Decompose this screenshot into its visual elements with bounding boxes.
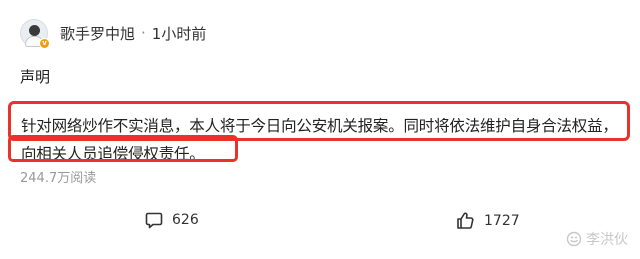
author-name[interactable]: 歌手罗中旭 [60, 23, 135, 44]
post-meta: 歌手罗中旭 · 1小时前 [60, 23, 206, 44]
watermark-text: 李洪伙 [586, 232, 628, 248]
post-header: v 歌手罗中旭 · 1小时前 [20, 17, 206, 49]
thumbs-up-icon [457, 212, 474, 229]
avatar[interactable]: v [20, 19, 50, 49]
comment-icon [145, 212, 163, 229]
comment-count: 626 [172, 212, 199, 228]
post-content: 针对网络炒作不实消息，本人将于今日向公安机关报案。同时将依法维护自身合法权益，向… [21, 117, 618, 163]
post-title: 声明 [20, 68, 51, 86]
like-button[interactable]: 1727 [456, 211, 520, 230]
like-count: 1727 [484, 212, 520, 229]
meta-separator: · [141, 24, 146, 42]
read-count: 244.7万阅读 [20, 171, 97, 186]
post-time: 1小时前 [151, 24, 207, 43]
verified-badge-icon: v [39, 38, 50, 49]
watermark-logo-icon [566, 231, 582, 247]
action-bar: 626 1727 [0, 211, 640, 235]
comment-button[interactable]: 626 [145, 211, 199, 229]
watermark: 李洪伙 [566, 229, 628, 249]
